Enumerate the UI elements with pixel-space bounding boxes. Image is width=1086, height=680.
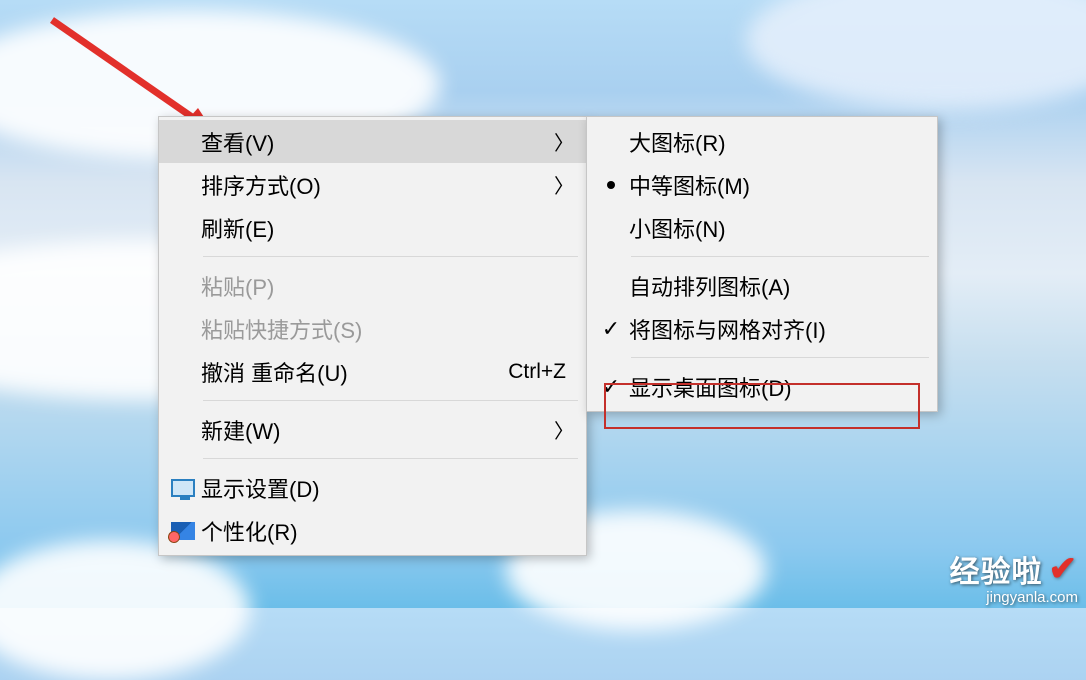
radio-selected-icon <box>607 181 615 189</box>
menu-item-label: 查看(V) <box>201 126 552 158</box>
menu-item-label: 新建(W) <box>201 414 552 446</box>
menu-item-label: 显示设置(D) <box>201 472 552 504</box>
menu-item-undo[interactable]: 撤消 重命名(U) Ctrl+Z <box>159 350 586 393</box>
menu-item-display-settings[interactable]: 显示设置(D) <box>159 466 586 509</box>
menu-item-label: 显示桌面图标(D) <box>629 371 927 403</box>
chevron-right-icon: 〉 <box>552 127 576 156</box>
check-icon: ✓ <box>602 318 620 340</box>
menu-item-paste-shortcut: 粘贴快捷方式(S) <box>159 307 586 350</box>
separator <box>631 256 929 257</box>
menu-item-label: 将图标与网格对齐(I) <box>629 313 927 345</box>
menu-item-label: 个性化(R) <box>201 515 552 547</box>
separator <box>203 458 578 459</box>
chevron-right-icon: 〉 <box>552 415 576 444</box>
menu-item-label: 粘贴(P) <box>201 270 552 302</box>
menu-item-label: 粘贴快捷方式(S) <box>201 313 552 345</box>
watermark-url: jingyanla.com <box>986 589 1078 606</box>
menu-item-label: 自动排列图标(A) <box>629 270 927 302</box>
submenu-item-auto-arrange[interactable]: 自动排列图标(A) <box>587 264 937 307</box>
menu-item-view[interactable]: 查看(V) 〉 <box>159 120 586 163</box>
checkmark-icon: ✔ <box>1049 549 1079 589</box>
separator <box>631 357 929 358</box>
menu-item-label: 撤消 重命名(U) <box>201 356 508 388</box>
menu-item-label: 大图标(R) <box>629 126 927 158</box>
menu-item-label: 小图标(N) <box>629 212 927 244</box>
view-submenu: 大图标(R) 中等图标(M) 小图标(N) 自动排列图标(A) ✓ 将图标与网格… <box>586 116 938 412</box>
separator <box>203 400 578 401</box>
menu-item-sort[interactable]: 排序方式(O) 〉 <box>159 163 586 206</box>
chevron-right-icon: 〉 <box>552 170 576 199</box>
menu-item-label: 刷新(E) <box>201 212 552 244</box>
menu-item-refresh[interactable]: 刷新(E) <box>159 206 586 249</box>
menu-item-label: 中等图标(M) <box>629 169 927 201</box>
submenu-item-show-desktop-icons[interactable]: ✓ 显示桌面图标(D) <box>587 365 937 408</box>
submenu-item-medium-icons[interactable]: 中等图标(M) <box>587 163 937 206</box>
submenu-item-large-icons[interactable]: 大图标(R) <box>587 120 937 163</box>
watermark-text: 经验啦 <box>950 547 1043 591</box>
menu-item-personalize[interactable]: 个性化(R) <box>159 509 586 552</box>
menu-item-shortcut: Ctrl+Z <box>508 360 576 384</box>
menu-item-label: 排序方式(O) <box>201 169 552 201</box>
menu-item-paste: 粘贴(P) <box>159 264 586 307</box>
desktop-context-menu: 查看(V) 〉 排序方式(O) 〉 刷新(E) 粘贴(P) 粘贴快捷方式(S) … <box>158 116 587 556</box>
check-icon: ✓ <box>602 376 620 398</box>
menu-item-new[interactable]: 新建(W) 〉 <box>159 408 586 451</box>
personalize-icon <box>171 522 195 540</box>
separator <box>203 256 578 257</box>
monitor-icon <box>171 479 195 497</box>
submenu-item-align-grid[interactable]: ✓ 将图标与网格对齐(I) <box>587 307 937 350</box>
watermark: 经验啦 ✔ jingyanla.com <box>950 547 1079 606</box>
submenu-item-small-icons[interactable]: 小图标(N) <box>587 206 937 249</box>
